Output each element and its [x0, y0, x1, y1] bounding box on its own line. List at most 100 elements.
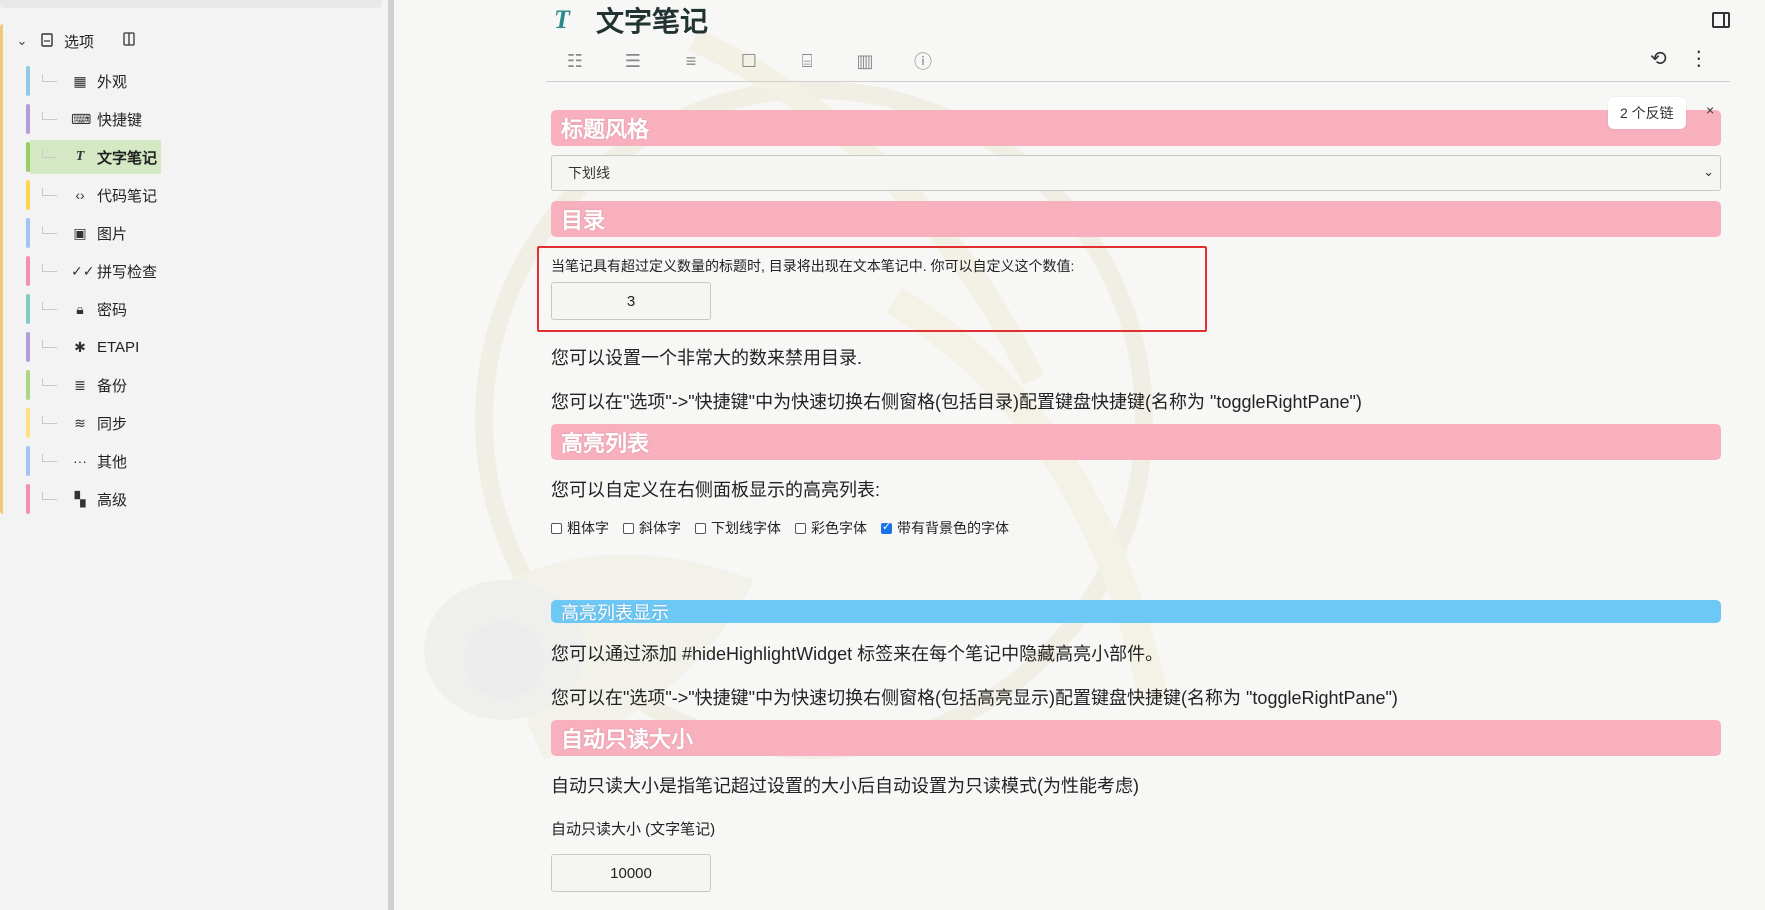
tree-leaf-connector	[42, 150, 57, 158]
sidebar-item-label: 同步	[97, 415, 128, 433]
tree-leaf-connector	[42, 340, 57, 348]
chevron-down-icon[interactable]: ⌄	[12, 33, 32, 49]
text-t-icon: T	[75, 149, 85, 164]
list-plus-icon[interactable]: ≡	[662, 51, 720, 72]
tree-leaf-connector	[42, 74, 57, 82]
checkbox[interactable]	[695, 522, 706, 534]
document-icon	[38, 32, 56, 50]
bar-chart-icon[interactable]: ▥	[836, 51, 894, 72]
tree-leaf-connector	[42, 302, 57, 310]
sidebar-item-label: 代码笔记	[97, 187, 158, 205]
tree-leaf-connector	[42, 378, 57, 386]
highlights-description: 您可以自定义在右侧面板显示的高亮列表:	[551, 480, 880, 500]
sidebar-item[interactable]: ✱ ETAPI	[30, 330, 143, 364]
auto-readonly-size-input[interactable]: 10000	[551, 854, 711, 892]
auto-readonly-description: 自动只读大小是指笔记超过设置的大小后自动设置为只读模式(为性能考虑)	[551, 776, 1139, 796]
tree-item-label: 选项	[64, 33, 95, 51]
info-icon[interactable]: ⓘ	[894, 48, 952, 74]
checkbox-label: 粗体字	[567, 520, 609, 536]
note-title[interactable]: 文字笔记	[596, 0, 708, 40]
code-icon: ‹›	[75, 187, 85, 203]
highlights-display-para2: 您可以在"选项"->"快捷键"中为快速切换右侧窗格(包括高亮显示)配置键盘快捷键…	[551, 688, 1398, 708]
section-auto-readonly: 自动只读大小	[551, 720, 1721, 756]
tree-leaf-connector	[42, 112, 57, 120]
close-icon[interactable]: ×	[1706, 102, 1714, 118]
highlight-option[interactable]: 彩色字体	[795, 518, 867, 538]
highlights-display-para1: 您可以通过添加 #hideHighlightWidget 标签来在每个笔记中隐藏…	[551, 644, 1164, 664]
sidebar-item[interactable]: ··· 其他	[30, 444, 131, 478]
tree-item-options[interactable]: ⌄ 选项	[12, 24, 136, 58]
note-title-row: T 文字笔记	[554, 0, 708, 40]
toc-min-headings-input[interactable]: 3	[551, 282, 711, 320]
sidebar-search-bar[interactable]	[0, 0, 382, 8]
sidebar-item-label: 文字笔记	[97, 149, 158, 167]
highlight-option[interactable]: 带有背景色的字体	[881, 518, 1009, 538]
sidebar-item[interactable]: ✓✓ 拼写检查	[30, 254, 161, 288]
tree-leaf-connector	[42, 188, 57, 196]
list-check-icon[interactable]: ☰	[604, 51, 662, 72]
tree-leaf-connector	[42, 492, 57, 500]
section-highlights: 高亮列表	[551, 424, 1721, 460]
settings-sliders-icon[interactable]: ☷	[546, 51, 604, 72]
map-icon[interactable]: ⌸	[778, 51, 836, 72]
backlinks-badge[interactable]: 2 个反链	[1608, 97, 1686, 129]
history-icon[interactable]: ⟲	[1650, 46, 1667, 71]
section-heading-style: 标题风格	[551, 110, 1721, 146]
note-detail: T 文字笔记 ☷ ☰ ≡ ☐ ⌸ ▥ ⓘ ⟲ ⋮ 标题风格 下划线 ⌄ 目录 当…	[394, 0, 1765, 910]
layers-icon[interactable]: ☐	[720, 51, 778, 72]
puzzle-icon: ✱	[74, 338, 86, 355]
wifi-icon: ≋	[74, 414, 86, 431]
open-in-pane-icon[interactable]	[122, 32, 136, 50]
checkbox-label: 带有背景色的字体	[897, 520, 1009, 536]
sidebar-item[interactable]: T 文字笔记	[30, 140, 162, 174]
sidebar-item-label: 其他	[97, 453, 128, 471]
sidebar-item[interactable]: ⌨ 快捷键	[30, 102, 146, 136]
sidebar-item[interactable]: ≣ 备份	[30, 368, 131, 402]
sidebar-item-label: 图片	[97, 225, 128, 243]
sidebar-item-label: ETAPI	[97, 338, 140, 356]
toc-para-disable: 您可以设置一个非常大的数来禁用目录.	[551, 348, 862, 368]
heading-style-select[interactable]: 下划线 ⌄	[551, 155, 1721, 191]
tree-leaf-connector	[42, 416, 57, 424]
checkbox[interactable]	[881, 520, 892, 534]
sidebar-item-label: 快捷键	[97, 111, 143, 129]
dots-icon: ···	[73, 453, 87, 469]
section-highlights-display: 高亮列表显示	[551, 600, 1721, 623]
ribbon-divider	[546, 81, 1730, 82]
sidebar-item-label: 密码	[97, 301, 128, 319]
spell-check-icon: ✓✓	[71, 262, 95, 279]
sidebar-item[interactable]: ▚ 高级	[30, 482, 131, 516]
highlight-option[interactable]: 粗体字	[551, 518, 609, 538]
tree-root-bar	[0, 24, 9, 514]
highlight-options: 粗体字 斜体字 下划线字体 彩色字体 带有背景色的字体	[551, 518, 1023, 538]
tree-leaf-connector	[42, 454, 57, 462]
checkbox-label: 彩色字体	[811, 520, 867, 536]
sidebar-item[interactable]: ‹› 代码笔记	[30, 178, 161, 212]
sidebar-item-label: 高级	[97, 491, 128, 509]
highlight-option[interactable]: 斜体字	[623, 518, 681, 538]
sidebar-item[interactable]: ▣ 图片	[30, 216, 131, 250]
auto-readonly-label: 自动只读大小 (文字笔记)	[551, 821, 716, 838]
sidebar-item[interactable]: ▦ 外观	[30, 64, 131, 98]
sidebar-item[interactable]: 🔒︎ 密码	[30, 292, 131, 326]
chevron-down-icon: ⌄	[1703, 164, 1714, 179]
checkbox[interactable]	[795, 522, 806, 534]
sidebar: ⌄ 选项 ▦ 外观 ⌨ 快捷键 T 文字笔记 ‹› 代码笔记 ▣ 图片 ✓✓ 拼写检查 🔒︎ 密码 ✱ ETA…	[0, 0, 388, 910]
highlight-option[interactable]: 下划线字体	[695, 518, 781, 538]
checkbox[interactable]	[623, 522, 634, 534]
checkbox[interactable]	[551, 522, 562, 534]
more-vertical-icon[interactable]: ⋮	[1689, 46, 1709, 71]
sidebar-item[interactable]: ≋ 同步	[30, 406, 131, 440]
tree-leaf-connector	[42, 226, 57, 234]
sidebar-item-label: 拼写检查	[97, 263, 158, 281]
section-toc: 目录	[551, 201, 1721, 237]
text-note-icon: T	[554, 5, 570, 34]
sidebar-item-label: 外观	[97, 73, 128, 91]
grid-icon: ▚	[74, 490, 86, 507]
toggle-right-pane-icon[interactable]	[1712, 12, 1730, 28]
database-icon: ≣	[74, 376, 86, 393]
image-icon: ▣	[73, 224, 87, 241]
toc-description: 当笔记具有超过定义数量的标题时, 目录将出现在文本笔记中. 你可以自定义这个数值…	[551, 258, 1075, 274]
checkbox-label: 下划线字体	[711, 520, 781, 536]
lock-icon: 🔒︎	[76, 300, 84, 317]
